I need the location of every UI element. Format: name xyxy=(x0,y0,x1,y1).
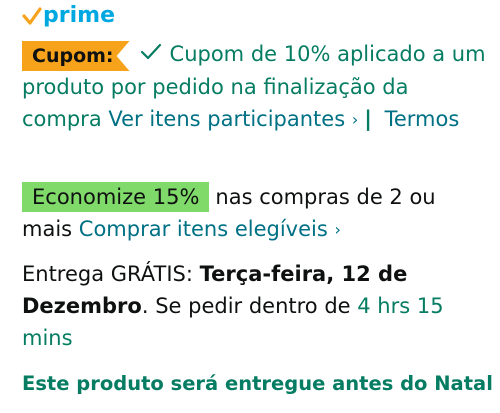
coupon-section: Cupom: Cupom de 10% aplicado a um produto… xyxy=(22,38,492,136)
prime-logo-text: prime xyxy=(43,3,115,28)
checkmark-icon xyxy=(140,43,161,60)
coupon-badge: Cupom: xyxy=(22,41,130,71)
chevron-right-icon: › xyxy=(351,110,359,129)
christmas-delivery-notice: Este produto será entregue antes do Nata… xyxy=(22,372,493,395)
prime-logo: prime xyxy=(22,2,115,30)
link-separator: | xyxy=(364,107,372,131)
delivery-middle: . Se pedir dentro de xyxy=(141,294,358,318)
savings-badge: Economize 15% xyxy=(22,182,210,212)
terms-link[interactable]: Termos xyxy=(385,107,460,131)
delivery-prefix: Entrega GRÁTIS: xyxy=(22,262,200,286)
shop-eligible-items-link[interactable]: Comprar itens elegíveis › xyxy=(79,217,341,241)
prime-check-icon xyxy=(22,7,42,25)
participating-items-link[interactable]: Ver itens participantes › xyxy=(108,107,358,131)
savings-section: Economize 15% nas compras de 2 ou mais Co… xyxy=(22,181,492,246)
chevron-right-icon: › xyxy=(334,220,341,239)
delivery-info: Entrega GRÁTIS: Terça-feira, 12 de Dezem… xyxy=(22,258,492,354)
